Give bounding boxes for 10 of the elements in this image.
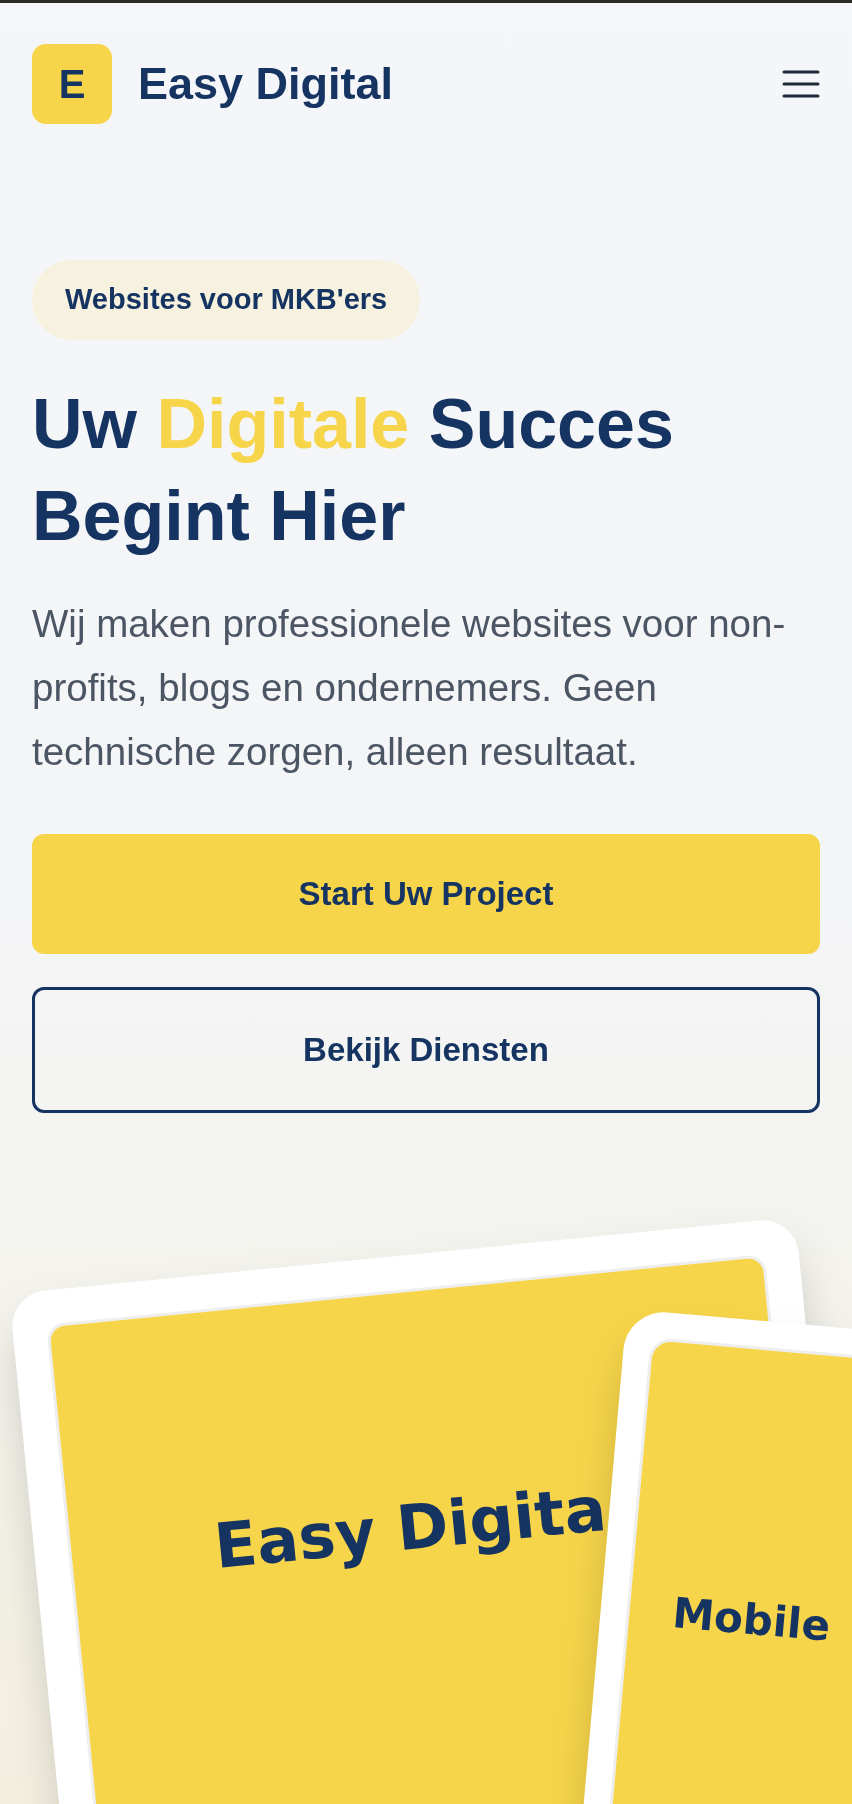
- hero-heading: Uw Digitale Succes Begint Hier: [32, 384, 675, 557]
- view-services-button[interactable]: Bekijk Diensten: [32, 987, 820, 1113]
- logo-badge[interactable]: E: [32, 44, 112, 124]
- start-project-button[interactable]: Start Uw Project: [32, 834, 820, 954]
- menu-icon[interactable]: [782, 69, 820, 99]
- tablet-screen-text: Easy Digita: [210, 1470, 611, 1585]
- tagline-badge: Websites voor MKB'ers: [32, 260, 421, 340]
- brand-name[interactable]: Easy Digital: [138, 50, 394, 118]
- hero-description: Wij maken professionele websites voor non-profits, blogs en ondernemers. Geen technische zorgen, alleen resultaat.: [32, 601, 787, 775]
- phone-screen-text: Mobile: [669, 1587, 833, 1653]
